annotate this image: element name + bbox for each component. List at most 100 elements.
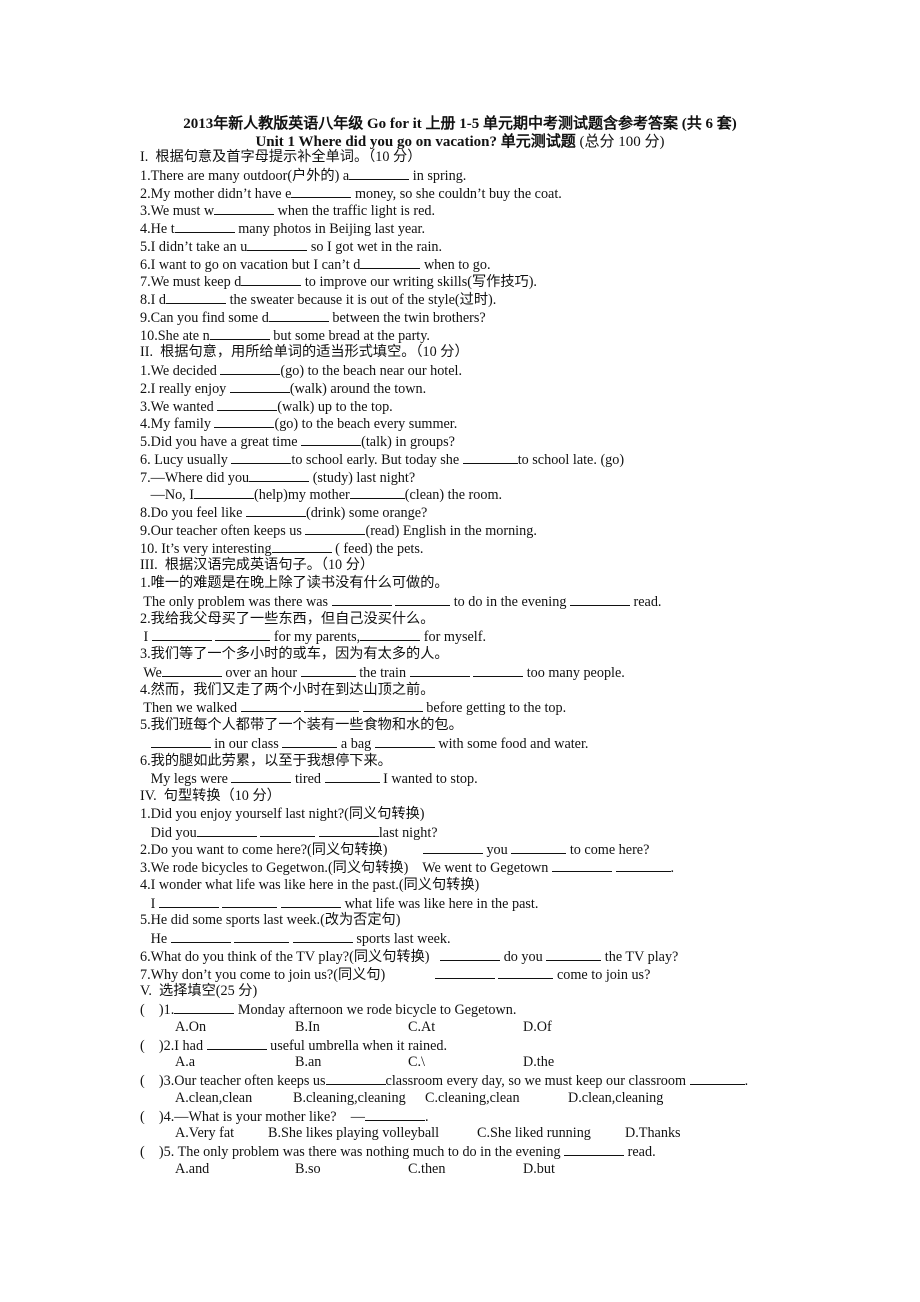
- answer-blank[interactable]: [220, 362, 281, 375]
- option-c[interactable]: C.At: [408, 1019, 435, 1036]
- answer-blank[interactable]: [222, 895, 278, 908]
- answer-blank[interactable]: [150, 735, 211, 748]
- option-b[interactable]: B.so: [295, 1161, 321, 1178]
- answer-blank[interactable]: [215, 628, 271, 642]
- option-b[interactable]: B.cleaning,cleaning: [293, 1090, 406, 1107]
- option-d[interactable]: D.clean,cleaning: [568, 1090, 663, 1107]
- answer-blank[interactable]: [569, 593, 630, 606]
- answer-blank[interactable]: [615, 859, 671, 872]
- answer-blank[interactable]: [349, 486, 405, 500]
- answer-blank[interactable]: [546, 948, 602, 961]
- answer-blank[interactable]: [564, 1143, 625, 1156]
- answer-blank[interactable]: [331, 593, 392, 606]
- text-segment: 6. Lucy usually: [140, 451, 232, 468]
- answer-blank[interactable]: [360, 256, 421, 269]
- answer-blank[interactable]: [374, 735, 435, 748]
- question-line: 1.唯一的难题是在晚上除了读书没有什么可做的。: [140, 575, 449, 592]
- answer-blank[interactable]: [360, 628, 421, 642]
- text-segment: the TV play?: [601, 948, 679, 965]
- answer-blank[interactable]: [291, 185, 352, 198]
- text-segment: ( )5. The only problem was there was not…: [140, 1144, 565, 1160]
- question-line: 7.We must keep d to improve our writing …: [140, 273, 537, 291]
- answer-blank[interactable]: [151, 628, 212, 642]
- option-d[interactable]: D.Thanks: [625, 1125, 681, 1142]
- option-a[interactable]: A.and: [175, 1161, 209, 1178]
- answer-blank[interactable]: [158, 895, 219, 908]
- answer-blank[interactable]: [301, 433, 362, 446]
- answer-blank[interactable]: [196, 824, 257, 837]
- option-a[interactable]: A.On: [175, 1019, 206, 1036]
- option-c[interactable]: C.\: [408, 1054, 425, 1071]
- answer-blank[interactable]: [511, 841, 567, 855]
- text-segment: in our class: [210, 735, 283, 752]
- answer-blank[interactable]: [229, 380, 290, 393]
- answer-blank[interactable]: [245, 504, 306, 517]
- option-d[interactable]: D.the: [523, 1054, 554, 1071]
- option-a[interactable]: A.Very fat: [175, 1125, 234, 1142]
- answer-blank[interactable]: [234, 930, 290, 943]
- answer-blank[interactable]: [214, 202, 275, 216]
- answer-blank[interactable]: [325, 1072, 386, 1085]
- answer-blank[interactable]: [174, 1001, 235, 1014]
- answer-blank[interactable]: [281, 895, 342, 908]
- answer-blank[interactable]: [349, 167, 410, 180]
- answer-blank[interactable]: [282, 735, 338, 748]
- answer-blank[interactable]: [318, 824, 379, 837]
- question-line: 6.我的腿如此劳累，以至于我想停下来。: [140, 753, 392, 770]
- option-b[interactable]: B.She likes playing volleyball: [268, 1125, 439, 1142]
- option-a[interactable]: A.clean,clean: [175, 1090, 252, 1107]
- option-d[interactable]: D.but: [523, 1161, 555, 1178]
- text-segment: 4.He t: [140, 221, 175, 237]
- answer-blank[interactable]: [498, 966, 554, 979]
- question-line: 5.I didn’t take an u so I got wet in the…: [140, 238, 442, 256]
- option-a[interactable]: A.a: [175, 1054, 195, 1071]
- question-line: 7.—Where did you (study) last night?: [140, 469, 415, 487]
- answer-blank[interactable]: [434, 966, 495, 979]
- answer-blank[interactable]: [161, 664, 222, 677]
- answer-blank[interactable]: [231, 770, 292, 784]
- answer-blank[interactable]: [395, 593, 451, 606]
- text-segment: (read) English in the morning.: [365, 522, 537, 539]
- text-segment: so I got wet in the rain.: [307, 238, 443, 255]
- answer-blank[interactable]: [689, 1072, 745, 1085]
- answer-blank[interactable]: [462, 451, 518, 464]
- answer-blank[interactable]: [422, 841, 483, 855]
- answer-blank[interactable]: [409, 664, 470, 677]
- answer-blank[interactable]: [300, 664, 356, 677]
- answer-blank[interactable]: [292, 930, 353, 943]
- option-c[interactable]: C.then: [408, 1161, 445, 1178]
- answer-blank[interactable]: [304, 699, 360, 713]
- answer-blank[interactable]: [324, 770, 380, 784]
- answer-blank[interactable]: [240, 699, 301, 713]
- answer-blank[interactable]: [214, 415, 275, 429]
- option-c[interactable]: C.She liked running: [477, 1125, 591, 1142]
- answer-blank[interactable]: [247, 238, 308, 251]
- answer-blank[interactable]: [217, 398, 278, 411]
- answer-blank[interactable]: [174, 220, 235, 233]
- option-b[interactable]: B.In: [295, 1019, 320, 1036]
- answer-blank[interactable]: [362, 699, 423, 713]
- answer-blank[interactable]: [473, 664, 524, 677]
- text-segment: .: [670, 860, 675, 876]
- answer-blank[interactable]: [305, 522, 366, 535]
- unit-title: Unit 1 Where did you go on vacation? 单元测…: [255, 134, 576, 150]
- answer-blank[interactable]: [241, 273, 302, 287]
- answer-blank[interactable]: [551, 859, 612, 872]
- answer-blank[interactable]: [260, 824, 316, 837]
- option-b[interactable]: B.an: [295, 1054, 321, 1071]
- answer-blank[interactable]: [166, 291, 227, 304]
- answer-blank[interactable]: [194, 486, 254, 500]
- answer-blank[interactable]: [268, 309, 329, 322]
- option-c[interactable]: C.cleaning,clean: [425, 1090, 520, 1107]
- answer-blank[interactable]: [231, 451, 292, 464]
- text-segment: I: [140, 629, 152, 646]
- option-d[interactable]: D.Of: [523, 1019, 552, 1036]
- answer-blank[interactable]: [271, 540, 332, 553]
- answer-blank[interactable]: [209, 327, 270, 340]
- text-segment: last night?: [378, 824, 438, 841]
- answer-blank[interactable]: [364, 1108, 425, 1121]
- answer-blank[interactable]: [170, 930, 231, 943]
- answer-blank[interactable]: [206, 1037, 267, 1050]
- answer-blank[interactable]: [249, 469, 310, 482]
- answer-blank[interactable]: [440, 948, 501, 961]
